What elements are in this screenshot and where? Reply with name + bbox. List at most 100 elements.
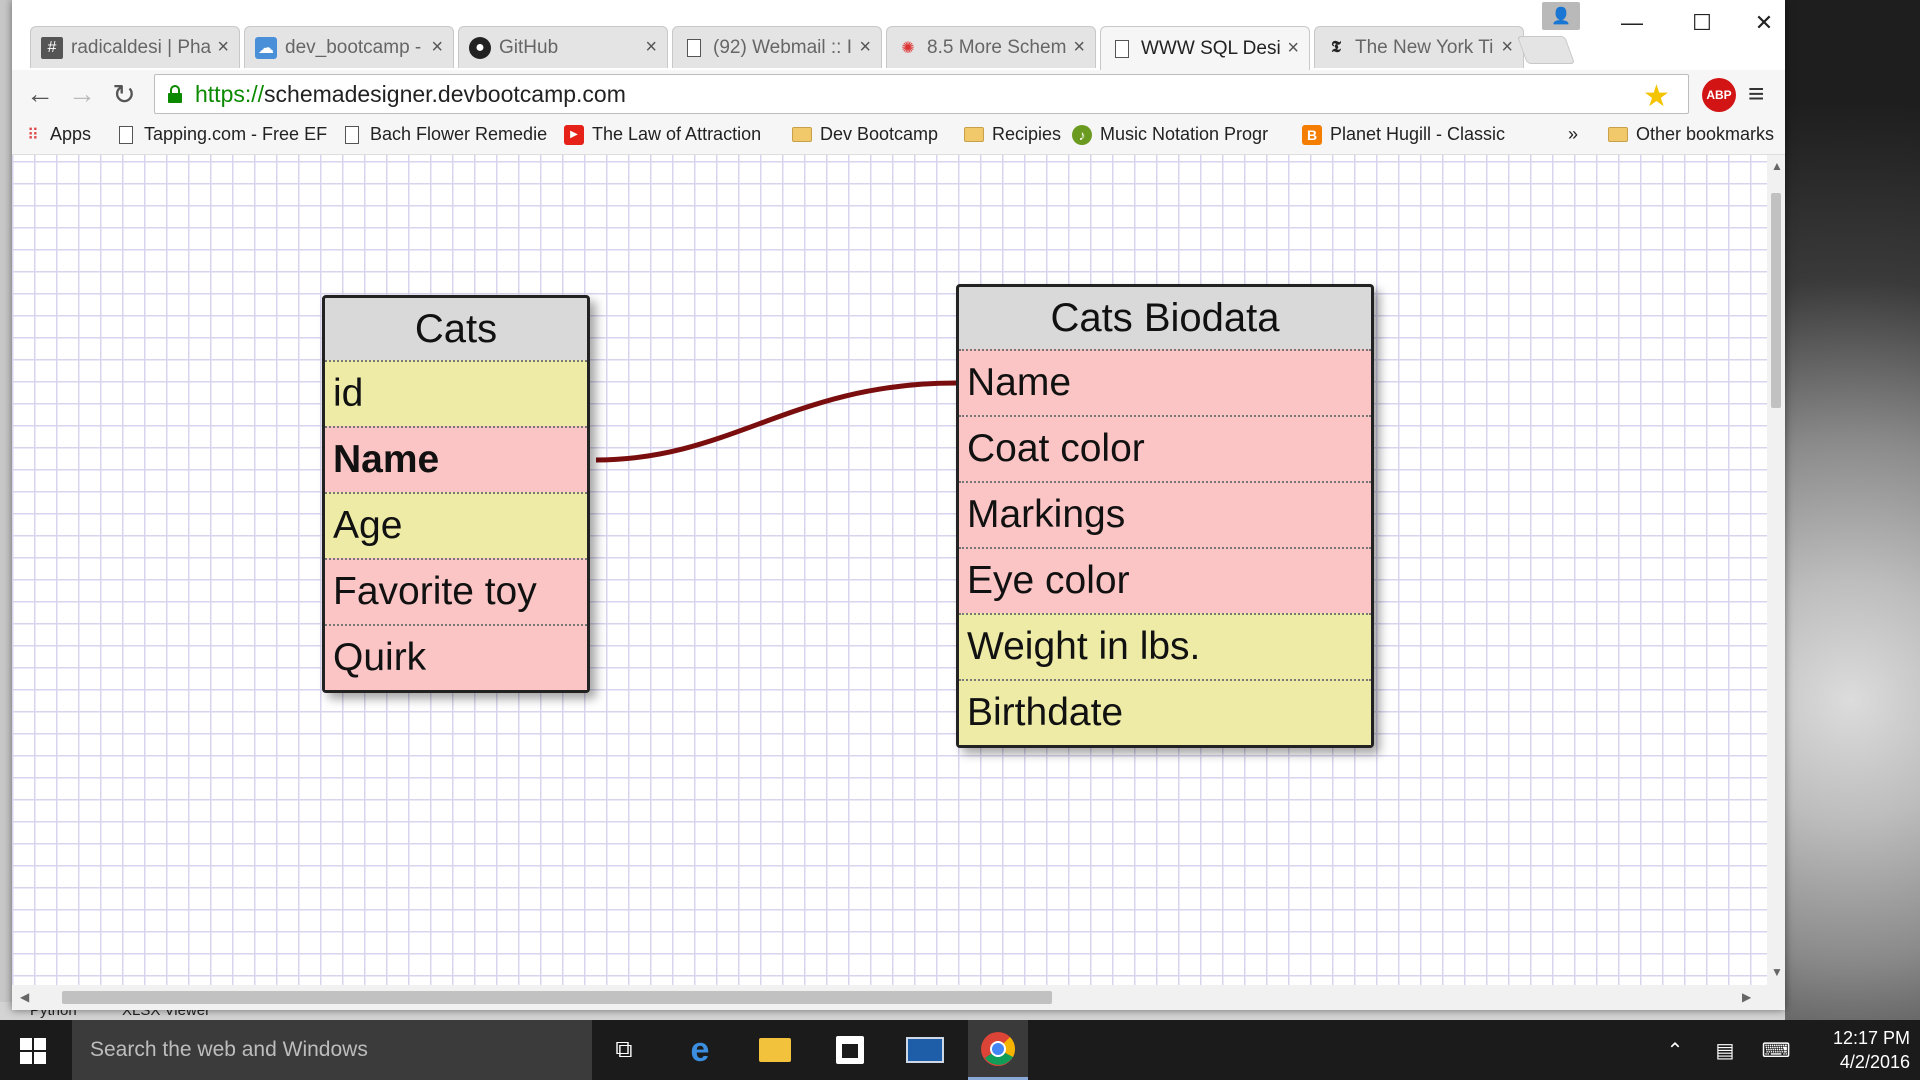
table-title[interactable]: Cats Biodata xyxy=(959,287,1371,349)
file-explorer-icon[interactable] xyxy=(745,1020,805,1080)
lock-icon xyxy=(168,85,182,103)
tab-webmail[interactable]: (92) Webmail :: I × xyxy=(672,26,882,68)
vertical-scrollbar[interactable]: ▲ ▼ xyxy=(1767,155,1785,985)
bookmark-dev-bootcamp[interactable]: Dev Bootcamp xyxy=(792,124,938,145)
tab-title: radicaldesi | Pha xyxy=(71,36,212,58)
edge-icon[interactable]: e xyxy=(670,1020,730,1080)
action-center-icon[interactable]: ▤ xyxy=(1710,1020,1740,1080)
tray-chevron-icon[interactable]: ⌃ xyxy=(1660,1020,1690,1080)
tab-title: GitHub xyxy=(499,36,559,58)
horizontal-scroll-thumb[interactable] xyxy=(62,991,1052,1004)
schema-canvas[interactable]: Cats id Name Age Favorite toy Quirk Cats… xyxy=(12,155,1767,985)
page-icon xyxy=(342,125,362,145)
bookmark-label: Recipies xyxy=(992,124,1062,144)
field-row[interactable]: Age xyxy=(325,492,587,558)
chrome-icon[interactable] xyxy=(968,1020,1028,1080)
bookmark-label: Apps xyxy=(50,124,92,144)
keyboard-icon[interactable]: ⌨ xyxy=(1756,1020,1796,1080)
system-clock[interactable]: 12:17 PM 4/2/2016 xyxy=(1810,1026,1910,1074)
address-bar[interactable]: https://schemadesigner.devbootcamp.com ★ xyxy=(154,74,1689,114)
bookmark-star-icon[interactable]: ★ xyxy=(1643,79,1670,114)
bookmark-label: Other bookmarks xyxy=(1636,124,1775,144)
taskbar: Search the web and Windows ⧉ e ⌃ ▤ ⌨ 12:… xyxy=(0,1020,1920,1080)
close-icon[interactable]: × xyxy=(1073,36,1085,59)
horizontal-scrollbar[interactable]: ◀ ▶ xyxy=(12,985,1785,1010)
tab-github[interactable]: ● GitHub × xyxy=(458,26,668,68)
minimize-icon[interactable]: — xyxy=(1602,6,1662,40)
new-tab-button[interactable] xyxy=(1516,36,1576,64)
bookmark-other-bookmarks[interactable]: Other bookmarks xyxy=(1608,124,1774,145)
adblock-plus-icon[interactable]: ABP xyxy=(1702,78,1736,112)
field-row[interactable]: Markings xyxy=(959,481,1371,547)
music-icon: ♪ xyxy=(1072,124,1092,145)
bookmark-apps[interactable]: ⠿ Apps xyxy=(22,124,91,145)
task-view-icon[interactable]: ⧉ xyxy=(594,1020,654,1080)
close-icon[interactable]: × xyxy=(1501,36,1513,59)
bookmark-label: Music Notation Progr xyxy=(1100,124,1269,144)
close-icon[interactable]: × xyxy=(431,36,443,59)
lenovo-app-icon[interactable] xyxy=(895,1020,955,1080)
bookmark-tapping[interactable]: Tapping.com - Free EF xyxy=(116,124,327,145)
close-window-icon[interactable]: ✕ xyxy=(1734,6,1794,40)
field-row[interactable]: Name xyxy=(959,349,1371,415)
windows-start-icon[interactable] xyxy=(20,1038,46,1064)
scroll-up-icon[interactable]: ▲ xyxy=(1771,159,1783,173)
close-icon[interactable]: × xyxy=(859,36,871,59)
desktop-edge xyxy=(0,0,12,1020)
folder-icon xyxy=(964,125,984,145)
field-row[interactable]: Name xyxy=(325,426,587,492)
bookmark-recipies[interactable]: Recipies xyxy=(964,124,1061,145)
scroll-right-icon[interactable]: ▶ xyxy=(1742,990,1751,1004)
table-cats-biodata[interactable]: Cats Biodata Name Coat color Markings Ey… xyxy=(956,284,1374,748)
tab-strip: # radicaldesi | Pha × ☁ dev_bootcamp - ×… xyxy=(12,0,1785,70)
close-icon[interactable]: × xyxy=(217,36,229,59)
tab-title: The New York Ti xyxy=(1355,36,1494,58)
field-row[interactable]: Favorite toy xyxy=(325,558,587,624)
table-cats[interactable]: Cats id Name Age Favorite toy Quirk xyxy=(322,295,590,693)
scroll-down-icon[interactable]: ▼ xyxy=(1771,965,1783,979)
field-row[interactable]: Eye color xyxy=(959,547,1371,613)
tab-radicaldesi[interactable]: # radicaldesi | Pha × xyxy=(30,26,240,68)
scroll-left-icon[interactable]: ◀ xyxy=(20,990,29,1004)
bookmark-bach-flower[interactable]: Bach Flower Remedie xyxy=(342,124,547,145)
blogger-icon: B xyxy=(1302,124,1322,145)
tab-dev-bootcamp[interactable]: ☁ dev_bootcamp - × xyxy=(244,26,454,68)
taskbar-search-box[interactable]: Search the web and Windows xyxy=(72,1020,592,1080)
field-row[interactable]: Birthdate xyxy=(959,679,1371,745)
field-row[interactable]: Weight in lbs. xyxy=(959,613,1371,679)
bookmark-label: Tapping.com - Free EF xyxy=(144,124,328,144)
field-row[interactable]: Coat color xyxy=(959,415,1371,481)
page-icon xyxy=(1111,38,1133,60)
reload-icon[interactable]: ↻ xyxy=(106,76,142,112)
tab-title: WWW SQL Desig xyxy=(1141,37,1282,59)
bookmark-label: Planet Hugill - Classic xyxy=(1330,124,1506,144)
tab-schema-lesson[interactable]: ✺ 8.5 More Schem × xyxy=(886,26,1096,68)
table-title[interactable]: Cats xyxy=(325,298,587,360)
vertical-scroll-thumb[interactable] xyxy=(1771,193,1781,408)
bookmark-label: The Law of Attraction xyxy=(592,124,762,144)
clock-date: 4/2/2016 xyxy=(1839,1052,1910,1072)
maximize-icon[interactable]: ☐ xyxy=(1672,6,1732,40)
bookmark-label: Dev Bootcamp xyxy=(820,124,939,144)
tab-nytimes[interactable]: 𝕿 The New York Ti × xyxy=(1314,26,1524,68)
menu-icon[interactable]: ≡ xyxy=(1748,78,1764,110)
profile-icon[interactable]: 👤 xyxy=(1542,2,1580,30)
page-icon xyxy=(116,125,136,145)
tab-sql-designer[interactable]: WWW SQL Desig × xyxy=(1100,26,1310,70)
field-row[interactable]: id xyxy=(325,360,587,426)
close-icon[interactable]: × xyxy=(1287,37,1299,60)
tab-title: 8.5 More Schem xyxy=(927,36,1067,58)
field-row[interactable]: Quirk xyxy=(325,624,587,690)
bookmarks-bar: ⠿ Apps Tapping.com - Free EF Bach Flower… xyxy=(12,118,1785,155)
bookmark-law-of-attraction[interactable]: ▶ The Law of Attraction xyxy=(564,124,761,145)
bookmarks-overflow-icon[interactable]: » xyxy=(1568,124,1578,145)
apps-grid-icon: ⠿ xyxy=(27,126,39,144)
bookmark-planet-hugill[interactable]: B Planet Hugill - Classic xyxy=(1302,124,1505,145)
folder-icon xyxy=(792,125,812,145)
bookmark-music-notation[interactable]: ♪ Music Notation Progr xyxy=(1072,124,1268,145)
close-icon[interactable]: × xyxy=(645,36,657,59)
store-icon[interactable] xyxy=(820,1020,880,1080)
back-icon[interactable]: ← xyxy=(22,76,58,112)
forward-icon[interactable]: → xyxy=(64,76,100,112)
bookmark-label: Bach Flower Remedie xyxy=(370,124,548,144)
